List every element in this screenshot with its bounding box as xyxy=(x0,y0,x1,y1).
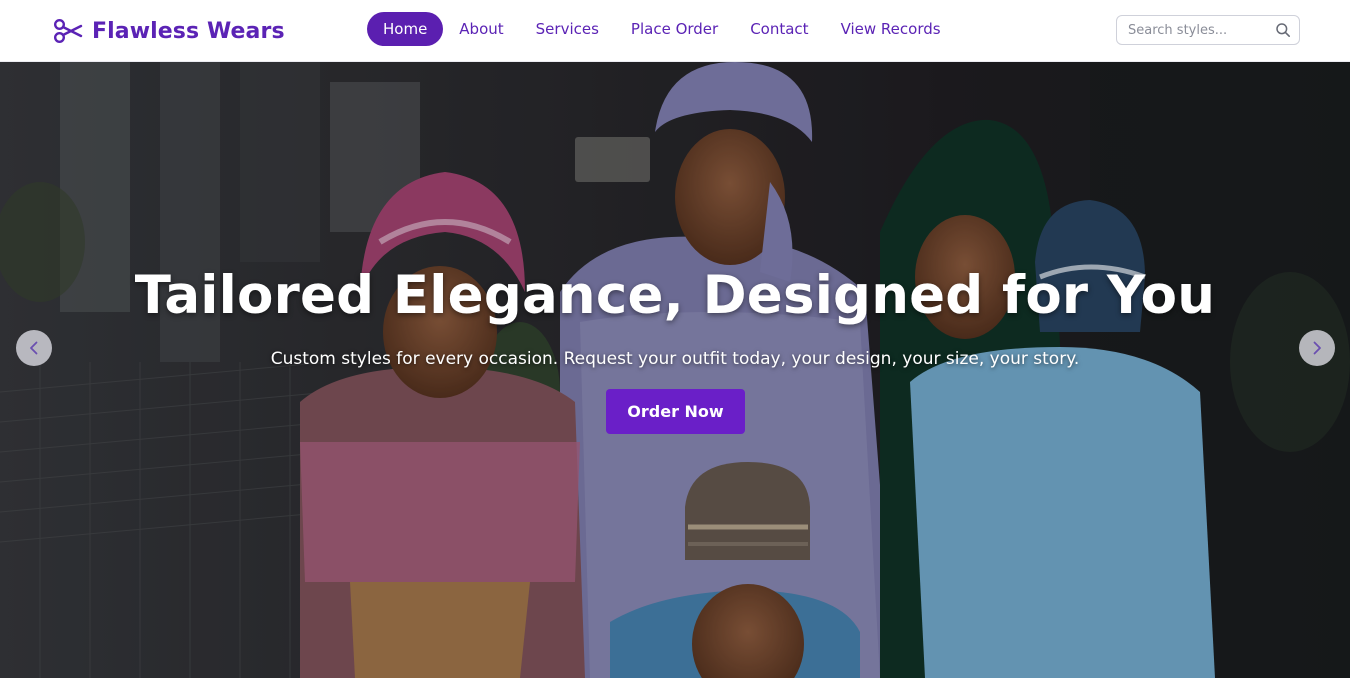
nav-about[interactable]: About xyxy=(443,12,519,46)
scissors-icon xyxy=(53,18,83,44)
chevron-left-icon xyxy=(30,341,38,355)
hero-overlay xyxy=(0,62,1350,678)
nav-home[interactable]: Home xyxy=(367,12,444,46)
nav-place-order[interactable]: Place Order xyxy=(615,12,734,46)
brand-name: Flawless Wears xyxy=(92,18,285,44)
search-icon[interactable] xyxy=(1275,22,1291,38)
main-nav: Home About Services Place Order Contact … xyxy=(367,12,957,46)
search-input[interactable] xyxy=(1117,16,1267,44)
nav-contact[interactable]: Contact xyxy=(734,12,824,46)
carousel-prev-button[interactable] xyxy=(16,330,52,366)
hero-title: Tailored Elegance, Designed for You xyxy=(134,265,1216,326)
order-now-button[interactable]: Order Now xyxy=(606,389,745,434)
brand-logo-link[interactable]: Flawless Wears xyxy=(53,0,285,62)
nav-view-records[interactable]: View Records xyxy=(825,12,957,46)
nav-services[interactable]: Services xyxy=(520,12,615,46)
hero-carousel: Tailored Elegance, Designed for You Cust… xyxy=(0,62,1350,678)
top-navbar: Flawless Wears Home About Services Place… xyxy=(0,0,1350,62)
hero-subtitle: Custom styles for every occasion. Reques… xyxy=(270,349,1080,369)
search-box xyxy=(1116,15,1300,45)
chevron-right-icon xyxy=(1313,341,1321,355)
carousel-next-button[interactable] xyxy=(1299,330,1335,366)
